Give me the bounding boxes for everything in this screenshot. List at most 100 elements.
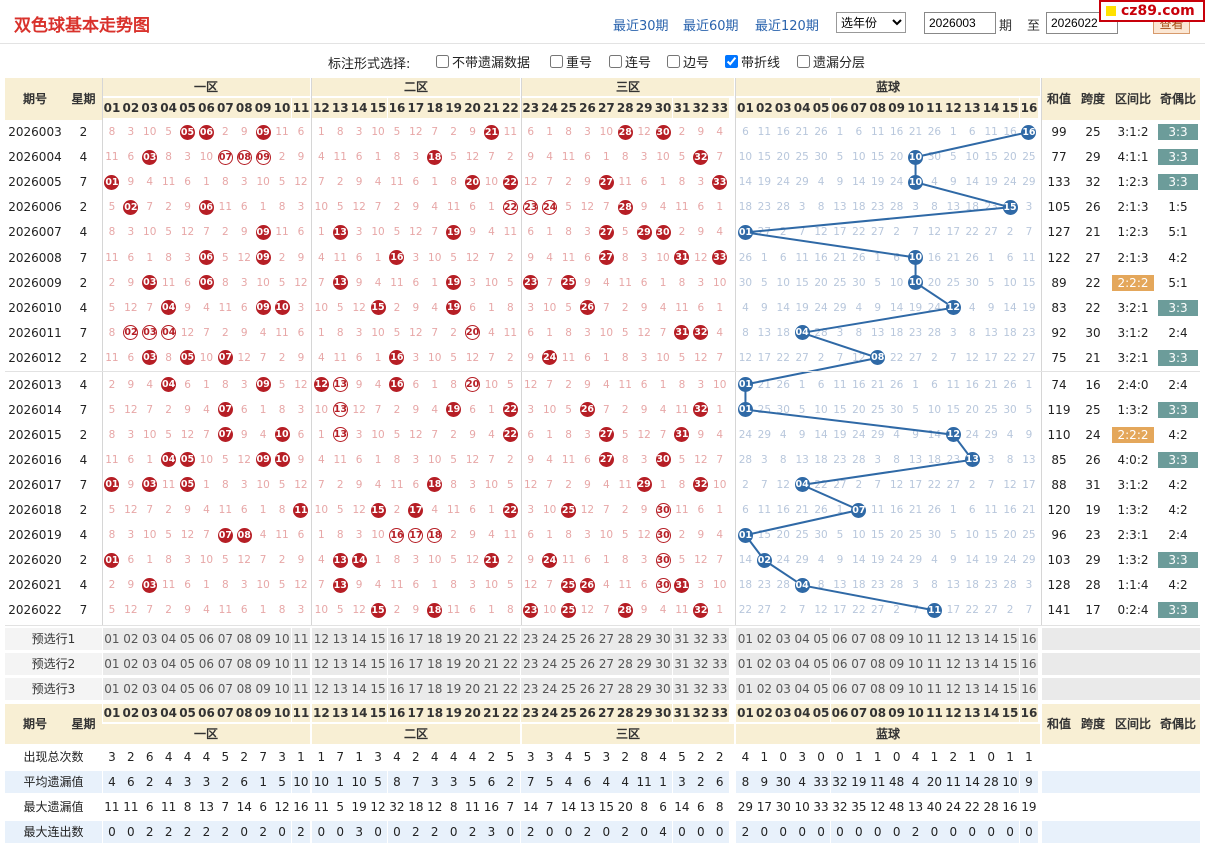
preselect-red-number[interactable]: 10 — [272, 628, 292, 650]
preselect-red-number[interactable]: 17 — [406, 653, 426, 675]
preselect-red-number[interactable]: 10 — [272, 653, 292, 675]
preselect-red-number[interactable]: 12 — [311, 628, 331, 650]
preselect-red-number[interactable]: 16 — [387, 653, 407, 675]
preselect-red-number[interactable]: 31 — [672, 653, 692, 675]
preselect-red-number[interactable]: 25 — [559, 653, 578, 675]
preselect-red-number[interactable]: 24 — [540, 628, 560, 650]
preselect-blue-number[interactable]: 15 — [1000, 628, 1020, 650]
preselect-red-number[interactable]: 04 — [159, 653, 179, 675]
preselect-red-number[interactable]: 09 — [253, 628, 273, 650]
preselect-blue-number[interactable]: 11 — [925, 678, 944, 700]
preselect-red-number[interactable]: 02 — [121, 653, 141, 675]
preselect-red-number[interactable]: 27 — [596, 653, 616, 675]
preselect-blue-number[interactable]: 06 — [830, 653, 850, 675]
preselect-red-number[interactable]: 17 — [406, 628, 426, 650]
preselect-red-number[interactable]: 18 — [425, 628, 445, 650]
preselect-red-number[interactable]: 03 — [140, 678, 160, 700]
preselect-red-number[interactable]: 01 — [102, 628, 122, 650]
preselect-blue-number[interactable]: 06 — [830, 678, 850, 700]
issue-header[interactable]: 期号 — [5, 78, 65, 120]
preselect-red-number[interactable]: 14 — [349, 628, 369, 650]
preselect-red-number[interactable]: 30 — [653, 628, 673, 650]
preselect-red-number[interactable]: 19 — [444, 678, 464, 700]
preselect-blue-number[interactable]: 13 — [962, 678, 982, 700]
preselect-red-number[interactable]: 07 — [215, 628, 235, 650]
preselect-red-number[interactable]: 11 — [291, 628, 311, 650]
preselect-red-number[interactable]: 13 — [330, 628, 350, 650]
preselect-red-number[interactable]: 23 — [521, 628, 541, 650]
preselect-blue-number[interactable]: 11 — [925, 628, 944, 650]
preselect-red-number[interactable]: 06 — [197, 653, 216, 675]
preselect-blue-number[interactable]: 04 — [792, 653, 812, 675]
preselect-red-number[interactable]: 17 — [406, 678, 426, 700]
preselect-red-number[interactable]: 08 — [234, 678, 254, 700]
preselect-red-number[interactable]: 31 — [672, 628, 692, 650]
preselect-red-number[interactable]: 20 — [463, 678, 482, 700]
preselect-blue-number[interactable]: 07 — [849, 678, 869, 700]
preselect-blue-number[interactable]: 03 — [773, 678, 793, 700]
preselect-red-number[interactable]: 25 — [559, 678, 578, 700]
preselect-red-number[interactable]: 15 — [368, 678, 388, 700]
preselect-red-number[interactable]: 10 — [272, 678, 292, 700]
preselect-red-number[interactable]: 25 — [559, 628, 578, 650]
preselect-red-number[interactable]: 18 — [425, 678, 445, 700]
preselect-red-number[interactable]: 13 — [330, 678, 350, 700]
preselect-blue-number[interactable]: 16 — [1019, 653, 1039, 675]
preselect-blue-number[interactable]: 07 — [849, 628, 869, 650]
preselect-blue-number[interactable]: 03 — [773, 653, 793, 675]
preselect-red-number[interactable]: 05 — [178, 628, 197, 650]
preselect-red-number[interactable]: 14 — [349, 653, 369, 675]
preselect-red-number[interactable]: 22 — [500, 653, 520, 675]
preselect-blue-number[interactable]: 02 — [754, 653, 774, 675]
preselect-blue-number[interactable]: 09 — [887, 678, 907, 700]
preselect-red-number[interactable]: 13 — [330, 653, 350, 675]
preselect-red-number[interactable]: 08 — [234, 628, 254, 650]
preselect-blue-number[interactable]: 14 — [981, 628, 1001, 650]
preselect-red-number[interactable]: 23 — [521, 653, 541, 675]
preselect-blue-number[interactable]: 16 — [1019, 678, 1039, 700]
preselect-red-number[interactable]: 21 — [482, 628, 501, 650]
preselect-red-number[interactable]: 02 — [121, 628, 141, 650]
preselect-red-number[interactable]: 09 — [253, 678, 273, 700]
preselect-red-number[interactable]: 21 — [482, 678, 501, 700]
preselect-red-number[interactable]: 06 — [197, 678, 216, 700]
preselect-blue-number[interactable]: 15 — [1000, 653, 1020, 675]
preselect-blue-number[interactable]: 02 — [754, 678, 774, 700]
preselect-red-number[interactable]: 12 — [311, 678, 331, 700]
preselect-blue-number[interactable]: 10 — [906, 653, 925, 675]
preselect-blue-number[interactable]: 15 — [1000, 678, 1020, 700]
preselect-red-number[interactable]: 28 — [615, 628, 635, 650]
preselect-red-number[interactable]: 09 — [253, 653, 273, 675]
preselect-red-number[interactable]: 21 — [482, 653, 501, 675]
preselect-blue-number[interactable]: 07 — [849, 653, 869, 675]
preselect-red-number[interactable]: 12 — [311, 653, 331, 675]
preselect-red-number[interactable]: 24 — [540, 653, 560, 675]
preselect-red-number[interactable]: 01 — [102, 678, 122, 700]
preselect-blue-number[interactable]: 01 — [736, 628, 755, 650]
preselect-blue-number[interactable]: 12 — [943, 653, 963, 675]
preselect-red-number[interactable]: 05 — [178, 653, 197, 675]
preselect-red-number[interactable]: 06 — [197, 628, 216, 650]
preselect-blue-number[interactable]: 02 — [754, 628, 774, 650]
preselect-red-number[interactable]: 07 — [215, 678, 235, 700]
preselect-red-number[interactable]: 20 — [463, 653, 482, 675]
preselect-red-number[interactable]: 26 — [578, 653, 597, 675]
preselect-red-number[interactable]: 33 — [710, 678, 730, 700]
preselect-red-number[interactable]: 02 — [121, 678, 141, 700]
preselect-blue-number[interactable]: 12 — [943, 678, 963, 700]
preselect-blue-number[interactable]: 04 — [792, 678, 812, 700]
preselect-red-number[interactable]: 11 — [291, 678, 311, 700]
preselect-blue-number[interactable]: 10 — [906, 678, 925, 700]
preselect-red-number[interactable]: 18 — [425, 653, 445, 675]
preselect-red-number[interactable]: 27 — [596, 628, 616, 650]
preselect-red-number[interactable]: 14 — [349, 678, 369, 700]
preselect-blue-number[interactable]: 05 — [811, 653, 831, 675]
preselect-red-number[interactable]: 22 — [500, 678, 520, 700]
preselect-blue-number[interactable]: 06 — [830, 628, 850, 650]
preselect-red-number[interactable]: 15 — [368, 653, 388, 675]
preselect-blue-number[interactable]: 08 — [868, 628, 888, 650]
preselect-blue-number[interactable]: 10 — [906, 628, 925, 650]
preselect-red-number[interactable]: 30 — [653, 653, 673, 675]
preselect-red-number[interactable]: 01 — [102, 653, 122, 675]
preselect-red-number[interactable]: 29 — [634, 678, 654, 700]
